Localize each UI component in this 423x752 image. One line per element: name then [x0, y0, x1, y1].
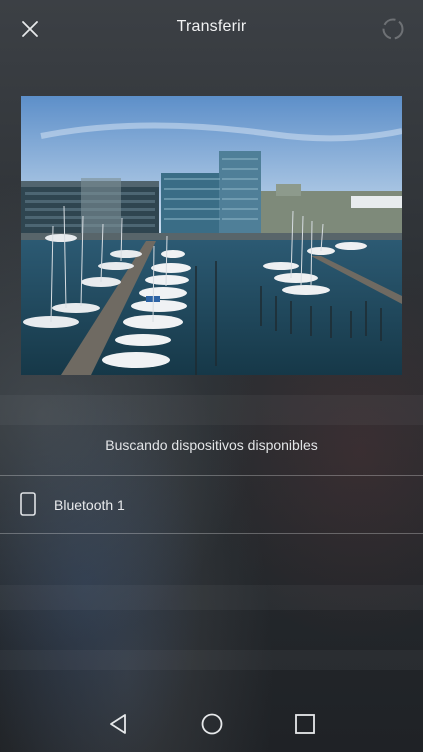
refresh-spinner-icon[interactable] — [379, 15, 407, 43]
top-bar: Transferir — [0, 0, 423, 58]
navigation-bar — [0, 694, 423, 752]
harbor-photo — [21, 96, 402, 375]
background-blur — [0, 395, 423, 425]
background-blur — [0, 585, 423, 610]
status-text: Buscando dispositivos disponibles — [105, 437, 318, 453]
recents-square-icon[interactable] — [292, 711, 318, 737]
page-title: Transferir — [176, 18, 247, 35]
share-screen: Transferir Buscando dispositivos disponi… — [0, 0, 423, 752]
back-triangle-icon[interactable] — [106, 711, 132, 737]
phone-icon — [20, 492, 36, 516]
image-preview — [21, 96, 402, 375]
device-list-item[interactable]: Bluetooth 1 — [0, 476, 423, 533]
divider — [0, 533, 423, 534]
background-blur — [0, 650, 423, 670]
device-name: Bluetooth 1 — [54, 497, 125, 513]
home-circle-icon[interactable] — [199, 711, 225, 737]
